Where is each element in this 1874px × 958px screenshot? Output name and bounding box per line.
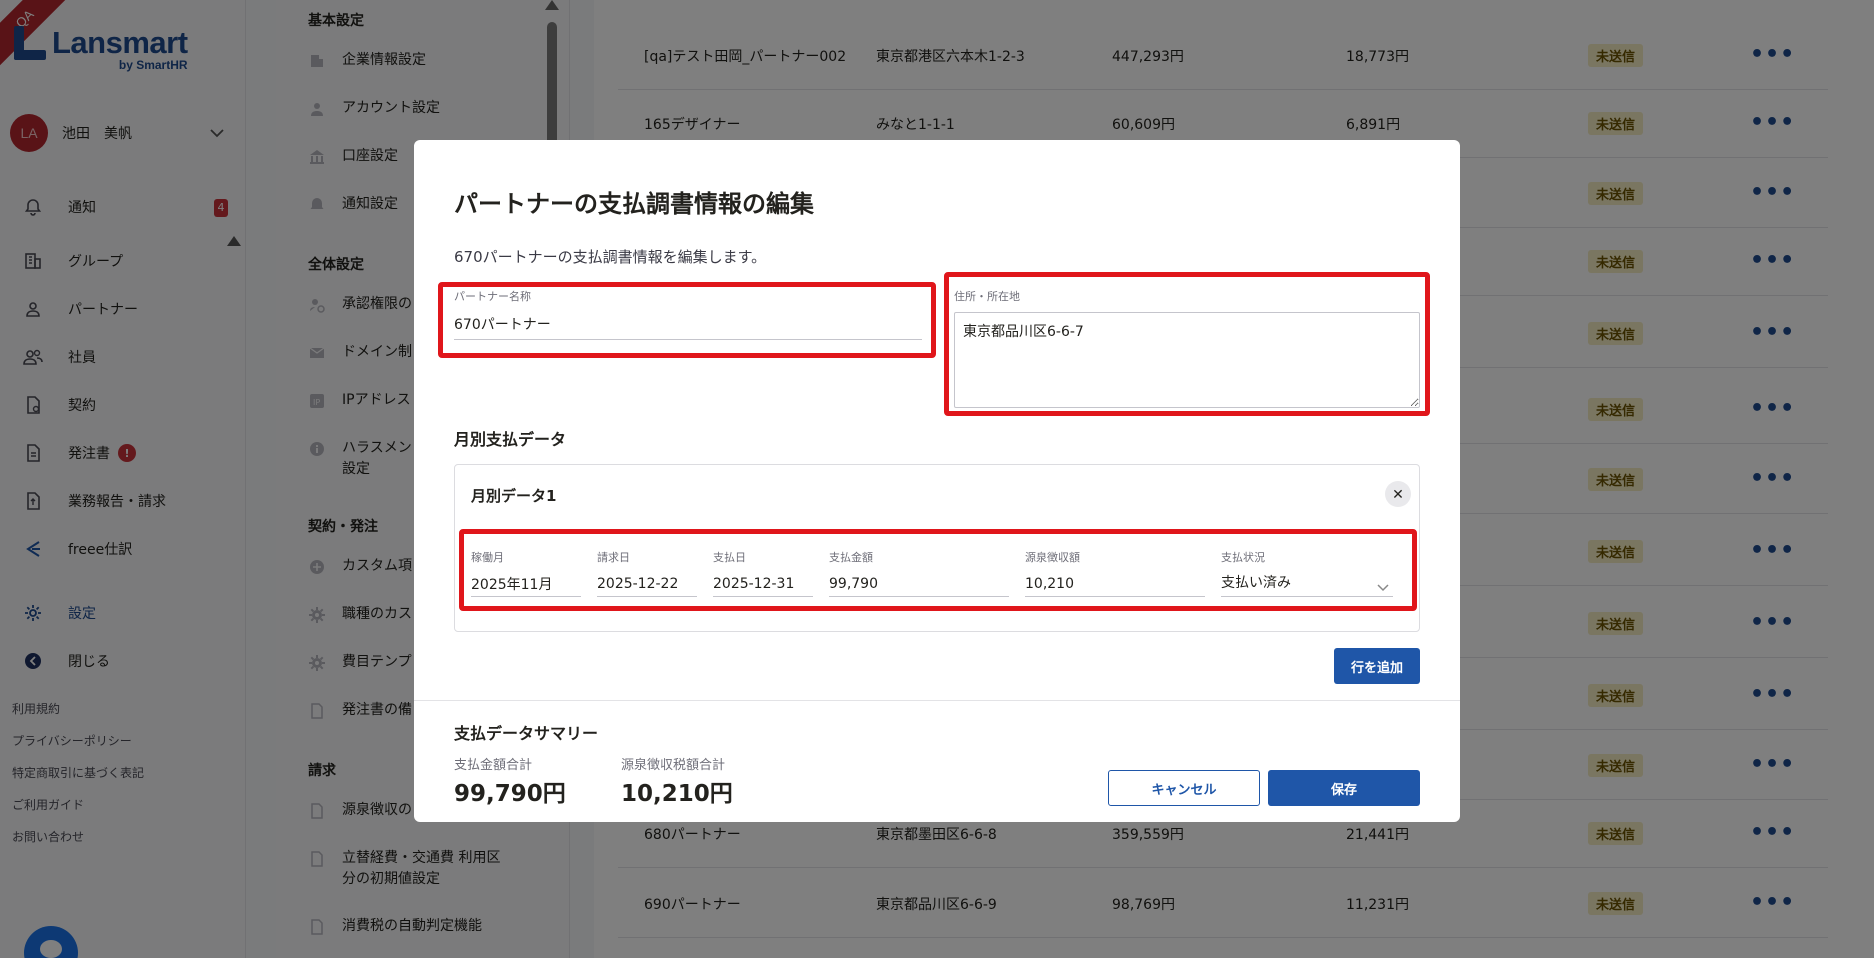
close-icon: ✕ xyxy=(1392,485,1404,502)
save-button[interactable]: 保存 xyxy=(1268,770,1420,806)
highlight-partner-name xyxy=(438,282,936,358)
summary-title: 支払データサマリー xyxy=(454,724,599,743)
modal-title: パートナーの支払調書情報の編集 xyxy=(454,190,814,218)
monthly-section-title: 月別支払データ xyxy=(454,430,567,449)
highlight-address xyxy=(944,272,1430,416)
highlight-monthly-row xyxy=(459,529,1417,611)
summary-total-label: 支払金額合計 xyxy=(454,758,533,773)
summary-total-value: 99,790円 xyxy=(454,781,566,807)
cancel-button[interactable]: キャンセル xyxy=(1108,770,1260,806)
edit-payment-record-modal: パートナーの支払調書情報の編集 670パートナーの支払調書情報を編集します。 パ… xyxy=(414,140,1460,822)
add-row-button[interactable]: 行を追加 xyxy=(1334,648,1420,684)
modal-divider xyxy=(414,700,1460,701)
summary-tax-value: 10,210円 xyxy=(621,781,733,807)
monthly-card-title: 月別データ1 xyxy=(471,487,557,505)
summary-tax-label: 源泉徴収税額合計 xyxy=(621,758,726,773)
remove-month-button[interactable]: ✕ xyxy=(1385,481,1411,507)
monthly-data-card: 月別データ1 ✕ 稼働月 請求日 支払日 支払金額 源泉徴収額 支払状況 支払い… xyxy=(454,464,1420,632)
modal-description: 670パートナーの支払調書情報を編集します。 xyxy=(454,248,767,266)
